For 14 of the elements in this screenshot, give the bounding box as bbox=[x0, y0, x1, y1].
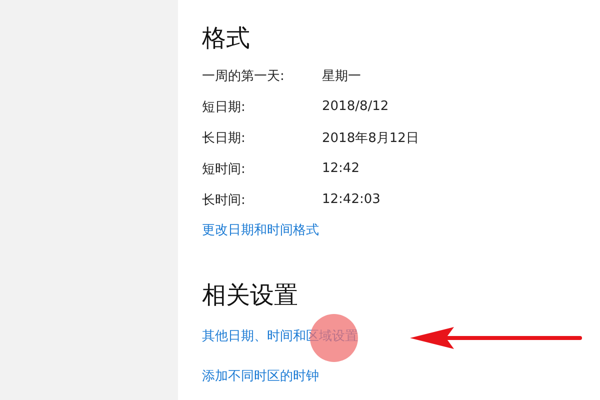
setting-label: 一周的第一天: bbox=[202, 68, 286, 84]
section-heading: 格式 bbox=[202, 23, 250, 54]
setting-value: 12:42:03 bbox=[322, 192, 380, 207]
setting-value: 星期一 bbox=[322, 68, 361, 84]
setting-value: 2018年8月12日 bbox=[322, 130, 419, 146]
setting-label: 长日期: bbox=[202, 130, 246, 146]
setting-value: 2018/8/12 bbox=[322, 99, 389, 114]
setting-label: 短日期: bbox=[202, 98, 246, 116]
settings-link[interactable]: 添加不同时区的时钟 bbox=[202, 367, 358, 385]
setting-label: 长时间: bbox=[202, 192, 246, 208]
setting-label: 短时间: bbox=[202, 160, 246, 178]
setting-value: 12:42 bbox=[322, 161, 360, 176]
change-format-link[interactable]: 更改日期和时间格式 bbox=[202, 221, 319, 239]
section-heading: 相关设置 bbox=[202, 280, 298, 311]
